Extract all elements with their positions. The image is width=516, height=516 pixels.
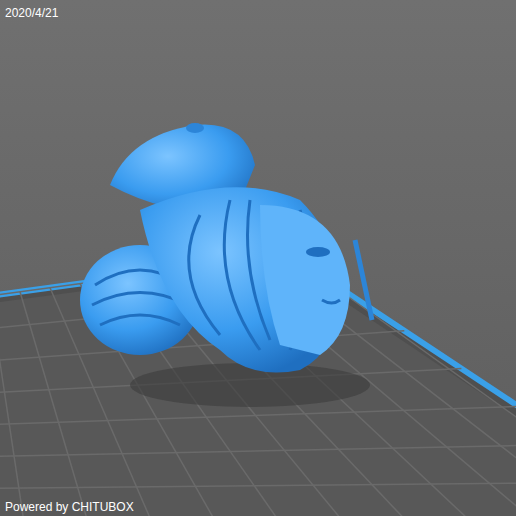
head-model[interactable] — [80, 123, 372, 373]
model-shadow — [130, 363, 370, 407]
chitubox-viewport[interactable]: 2020/4/21 Powered by CHITUBOX — [0, 0, 516, 516]
date-label: 2020/4/21 — [5, 6, 58, 20]
powered-by-label: Powered by CHITUBOX — [5, 500, 134, 514]
build-scene[interactable] — [0, 0, 516, 516]
